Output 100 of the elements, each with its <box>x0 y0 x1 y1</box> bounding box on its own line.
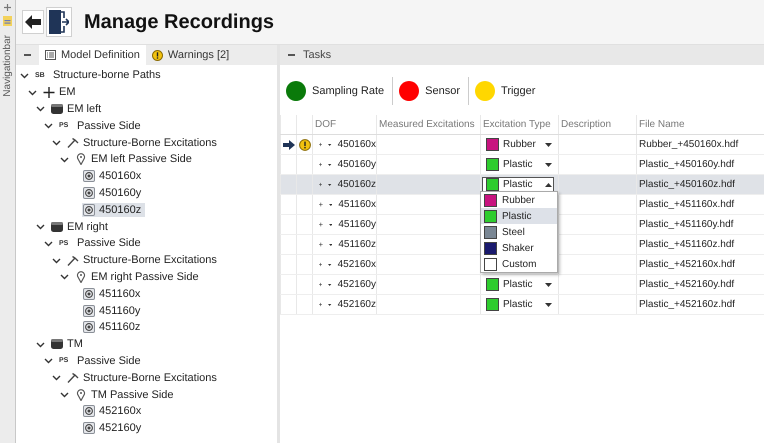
tab[interactable]: Model Definition <box>39 45 146 65</box>
dof-text[interactable]: 450160x <box>338 139 376 150</box>
dropdown-option[interactable]: Rubber <box>481 192 557 208</box>
expand-plus-icon[interactable] <box>319 201 323 208</box>
tree-item[interactable]: 451160y <box>82 304 144 318</box>
expand-plus-icon[interactable] <box>319 221 323 228</box>
caret-down-icon[interactable] <box>328 262 332 266</box>
dof-text[interactable]: 451160z <box>338 239 376 250</box>
expand-plus-icon[interactable] <box>319 241 323 248</box>
caret-down-icon[interactable] <box>328 242 332 246</box>
tree-item-label: Structure-Borne Excitations <box>83 136 217 149</box>
caret-down-icon[interactable] <box>328 302 332 306</box>
dof-text[interactable]: 452160z <box>338 299 376 310</box>
tree-item[interactable]: 452160x <box>82 404 146 418</box>
legend-label: Trigger <box>501 85 536 97</box>
dropdown-option[interactable]: Shaker <box>481 240 557 256</box>
chevron-down-icon[interactable] <box>36 222 45 232</box>
dof-text[interactable]: 452160y <box>338 279 376 290</box>
arrow-left-icon <box>25 15 41 29</box>
excitation-type-dropdown[interactable]: Rubber <box>482 136 554 152</box>
tree-item-label: Passive Side <box>77 237 141 250</box>
warning-icon <box>298 138 310 150</box>
dropdown-option[interactable]: Steel <box>481 224 557 240</box>
excitation-type-dropdown[interactable]: Plastic <box>482 276 554 292</box>
column-header[interactable]: Measured Excitations <box>376 115 480 134</box>
caret-down-icon[interactable] <box>328 202 332 206</box>
expand-plus-icon[interactable] <box>319 301 322 308</box>
tree-item[interactable]: 450160z <box>82 202 146 217</box>
tree-item[interactable]: 452160y <box>82 421 146 436</box>
tree-item[interactable]: 450160x <box>82 169 146 184</box>
excitation-type-text: Plastic <box>503 159 534 170</box>
chevron-down-icon[interactable] <box>36 104 45 114</box>
caret-down-icon[interactable] <box>328 182 332 186</box>
tree-item[interactable]: EM left Passive Side <box>74 152 196 166</box>
tree-item[interactable]: EM <box>42 85 80 100</box>
column-header[interactable]: File Name <box>636 115 764 134</box>
dof-text[interactable]: 451160y <box>338 219 376 230</box>
chevron-down-icon[interactable] <box>44 238 53 248</box>
navigation-bar-label[interactable]: Navigationbar <box>2 35 13 97</box>
tree-item[interactable]: EM right Passive Side <box>74 270 203 284</box>
sensor-icon <box>83 288 95 300</box>
expand-plus-icon[interactable] <box>319 141 322 148</box>
chevron-down-icon[interactable] <box>60 154 69 164</box>
caret-down-icon[interactable] <box>545 302 552 306</box>
chevron-down-icon[interactable] <box>28 88 37 97</box>
chevron-down-icon[interactable] <box>20 70 29 80</box>
chevron-down-icon[interactable] <box>60 272 69 282</box>
sensor-icon <box>83 321 95 334</box>
tree-item[interactable]: EM right <box>50 220 112 234</box>
tree-item[interactable]: 450160y <box>82 186 146 200</box>
caret-down-icon[interactable] <box>545 142 552 146</box>
excitation-type-dropdown[interactable]: Plastic <box>482 176 554 192</box>
back-button[interactable] <box>22 10 44 34</box>
arrow-right-icon <box>282 140 294 150</box>
chevron-down-icon[interactable] <box>52 373 61 382</box>
column-header[interactable]: Excitation Type <box>480 115 558 134</box>
dropdown-option[interactable]: Plastic <box>481 208 557 224</box>
excitation-type-dropdown[interactable]: Plastic <box>482 156 554 172</box>
dof-text[interactable]: 450160y <box>338 159 376 170</box>
chevron-down-icon[interactable] <box>36 340 45 349</box>
tree-item[interactable]: Structure-Borne Excitations <box>66 136 221 150</box>
caret-down-icon[interactable] <box>545 282 552 286</box>
caret-down-icon[interactable] <box>328 142 332 146</box>
tab[interactable]: Warnings [2] <box>146 45 236 65</box>
expand-plus-icon[interactable] <box>319 281 322 288</box>
chevron-down-icon[interactable] <box>44 356 53 366</box>
tree-item[interactable]: TM <box>50 337 87 352</box>
chevron-down-icon[interactable] <box>52 138 61 148</box>
caret-down-icon[interactable] <box>328 282 332 286</box>
tree-item-label: EM left <box>67 102 102 115</box>
tree-item[interactable]: Structure-Borne Excitations <box>66 370 221 385</box>
column-header[interactable]: DOF <box>312 115 376 134</box>
expand-plus-icon[interactable] <box>319 161 322 168</box>
tree-item-label: EM right Passive Side <box>91 270 199 283</box>
dof-text[interactable]: 451160x <box>338 199 376 210</box>
sensor-icon <box>83 170 95 182</box>
chevron-down-icon[interactable] <box>52 256 61 265</box>
expand-plus-icon[interactable] <box>319 181 322 188</box>
chevron-down-icon[interactable] <box>60 390 69 400</box>
caret-down-icon[interactable] <box>545 162 552 166</box>
tree-item[interactable]: TM Passive Side <box>74 388 178 402</box>
tree-item-label: 451160y <box>99 304 140 317</box>
legend-label: Sampling Rate <box>312 85 384 97</box>
column-header[interactable]: Description <box>558 115 636 134</box>
tree-item[interactable]: Structure-Borne Excitations <box>66 253 221 268</box>
caret-up-icon[interactable] <box>545 182 552 186</box>
expand-plus-icon[interactable] <box>319 261 322 268</box>
dropdown-option[interactable]: Custom <box>481 256 557 272</box>
hammer-icon <box>67 372 79 384</box>
chevron-down-icon[interactable] <box>44 121 53 130</box>
caret-down-icon[interactable] <box>328 222 332 226</box>
dof-text[interactable]: 450160z <box>338 179 376 190</box>
file-name-text: Plastic_+452160x.hdf <box>639 259 735 270</box>
exit-button[interactable] <box>46 7 72 37</box>
caret-down-icon[interactable] <box>328 162 332 166</box>
tree-item[interactable]: 451160z <box>82 320 144 334</box>
tree-item[interactable]: 451160x <box>82 286 144 301</box>
excitation-type-dropdown[interactable]: Plastic <box>482 296 554 312</box>
dof-text[interactable]: 452160x <box>338 259 376 270</box>
tree-item[interactable]: EM left <box>50 102 106 116</box>
